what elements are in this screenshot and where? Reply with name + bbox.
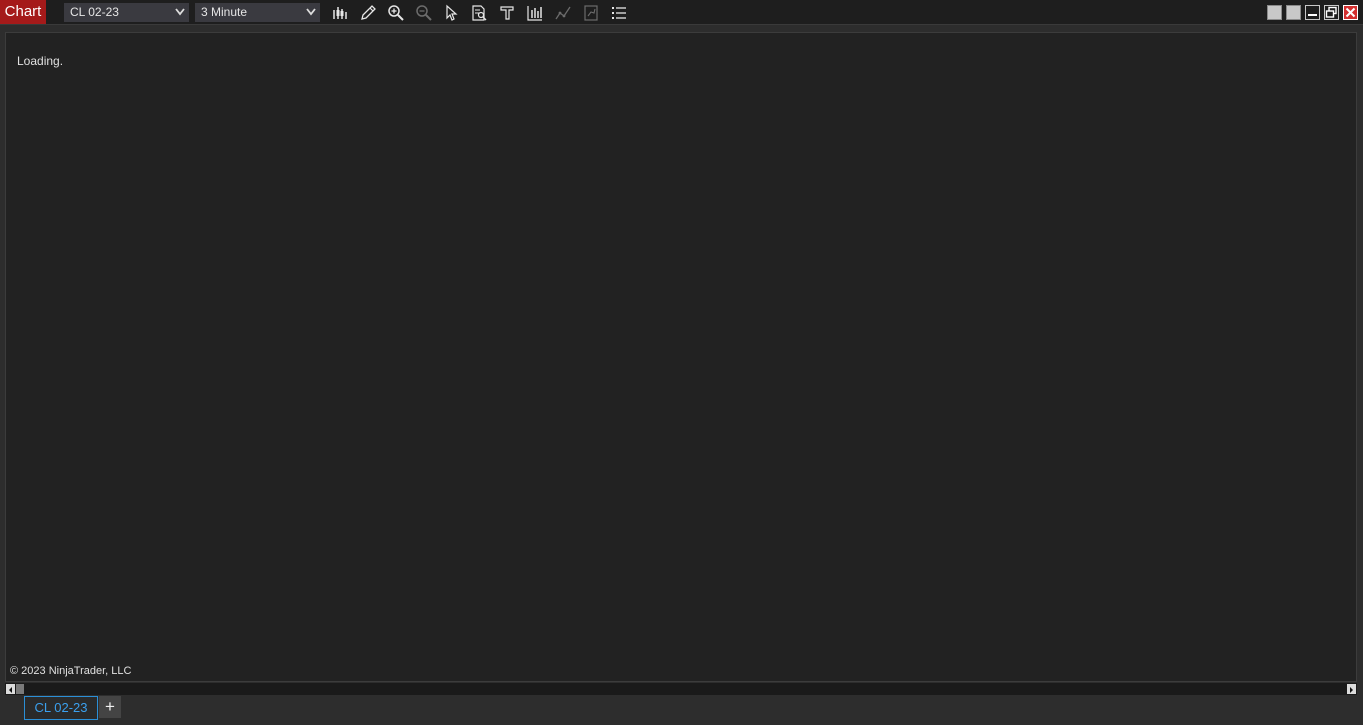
- indicators-icon[interactable]: [525, 3, 545, 22]
- tile-left-button[interactable]: [1267, 5, 1282, 20]
- add-tab-button[interactable]: +: [99, 696, 121, 718]
- restore-icon: [1325, 6, 1337, 18]
- tab-bar: CL 02-23 +: [0, 695, 1363, 725]
- scroll-right-button[interactable]: [1347, 684, 1356, 694]
- instrument-value: CL 02-23: [70, 5, 119, 19]
- tile-right-button[interactable]: [1286, 5, 1301, 20]
- close-icon: [1345, 7, 1356, 18]
- restore-button[interactable]: [1324, 5, 1339, 20]
- drawing-tool-icon[interactable]: [358, 3, 378, 22]
- chart-toolbar: Chart CL 02-23 3 Minute: [0, 0, 1363, 25]
- menu-list-icon[interactable]: [609, 3, 629, 22]
- interval-selector[interactable]: 3 Minute: [195, 3, 320, 22]
- minimize-icon: [1308, 14, 1317, 16]
- data-box-icon[interactable]: [469, 3, 489, 22]
- arrow-right-icon: [1350, 687, 1353, 693]
- bar-type-icon[interactable]: [330, 3, 350, 22]
- chart-panel[interactable]: Loading. © 2023 NinjaTrader, LLC: [5, 32, 1357, 682]
- zoom-in-icon[interactable]: [386, 3, 406, 22]
- window-title: Chart: [0, 0, 46, 24]
- tab-cl-02-23[interactable]: CL 02-23: [24, 696, 98, 720]
- scroll-thumb[interactable]: [16, 684, 24, 694]
- horizontal-scrollbar[interactable]: [5, 683, 1357, 695]
- strategies-icon[interactable]: [553, 3, 573, 22]
- properties-icon[interactable]: [497, 3, 517, 22]
- scroll-left-button[interactable]: [6, 684, 15, 694]
- loading-status: Loading.: [17, 54, 64, 68]
- instrument-selector[interactable]: CL 02-23: [64, 3, 189, 22]
- chart-window: Chart CL 02-23 3 Minute Loading. © 2023 …: [0, 0, 1363, 725]
- chart-trader-icon[interactable]: [581, 3, 601, 22]
- zoom-out-icon[interactable]: [414, 3, 434, 22]
- minimize-button[interactable]: [1305, 5, 1320, 20]
- arrow-left-icon: [9, 687, 12, 693]
- chevron-down-icon: [175, 8, 185, 16]
- interval-value: 3 Minute: [201, 5, 248, 19]
- copyright-notice: © 2023 NinjaTrader, LLC: [10, 665, 132, 677]
- close-button[interactable]: [1343, 5, 1358, 20]
- chevron-down-icon: [306, 8, 316, 16]
- pointer-icon[interactable]: [441, 3, 461, 22]
